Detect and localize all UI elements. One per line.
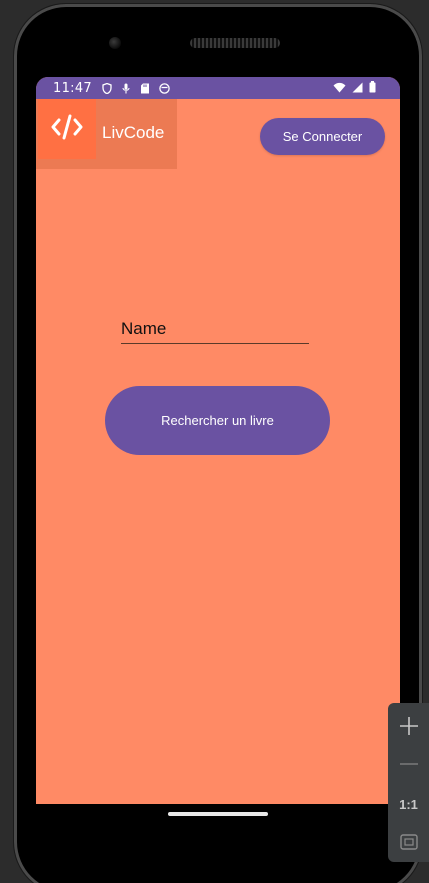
mic-icon — [121, 83, 131, 94]
status-right-icons — [333, 81, 376, 97]
status-bar: 11:47 — [36, 77, 400, 99]
home-indicator[interactable] — [168, 812, 268, 816]
search-book-button[interactable]: Rechercher un livre — [105, 386, 330, 455]
front-camera — [109, 37, 121, 49]
login-button[interactable]: Se Connecter — [260, 118, 385, 155]
plus-icon[interactable] — [388, 711, 429, 741]
app-logo — [38, 99, 96, 159]
status-time: 11:47 — [53, 80, 92, 96]
signal-icon — [352, 82, 363, 97]
name-input-text[interactable]: Name — [121, 319, 166, 339]
face-icon — [159, 82, 170, 94]
emulator-stage: 11:47 LivCode Se Connecter Name Recherch… — [0, 0, 429, 883]
battery-icon — [369, 81, 376, 97]
fit-screen-icon[interactable] — [388, 827, 429, 857]
emulator-zoom-toolbar: 1:1 — [388, 703, 429, 862]
earpiece-speaker — [190, 38, 280, 48]
shield-icon — [102, 82, 112, 94]
sd-card-icon — [140, 83, 150, 94]
actual-size-button[interactable]: 1:1 — [388, 789, 429, 819]
status-left-icons — [102, 82, 170, 94]
minus-icon[interactable] — [388, 749, 429, 779]
app-screen: 11:47 LivCode Se Connecter Name Recherch… — [36, 77, 400, 804]
app-title: LivCode — [102, 123, 165, 142]
wifi-icon — [333, 82, 346, 97]
logo-header-box: LivCode — [36, 99, 177, 169]
name-input[interactable]: Name — [121, 317, 309, 344]
code-icon — [50, 114, 84, 144]
